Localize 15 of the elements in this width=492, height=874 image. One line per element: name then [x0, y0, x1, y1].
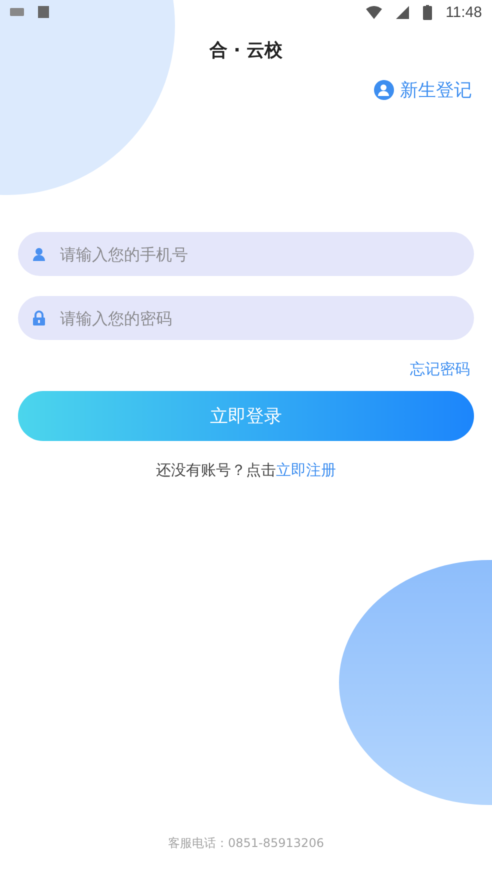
signup-link[interactable]: 立即注册	[276, 461, 336, 480]
login-button[interactable]: 立即登录	[18, 391, 474, 441]
signup-prompt: 还没有账号？点击	[156, 461, 276, 480]
status-time: 11:48	[446, 4, 482, 20]
app-title: 合 · 云校	[209, 39, 283, 62]
register-link[interactable]: 新生登记	[374, 78, 472, 102]
signal-icon	[396, 6, 409, 18]
password-field[interactable]: 请输入您的密码	[18, 296, 474, 340]
phone-field[interactable]: 请输入您的手机号	[18, 232, 474, 276]
support-phone: 客服电话：0851-85913206	[168, 835, 324, 852]
forgot-password-link[interactable]: 忘记密码	[410, 360, 470, 379]
wifi-icon	[366, 6, 382, 18]
lock-icon	[32, 310, 46, 326]
user-icon	[32, 247, 46, 261]
battery-icon	[422, 4, 432, 20]
